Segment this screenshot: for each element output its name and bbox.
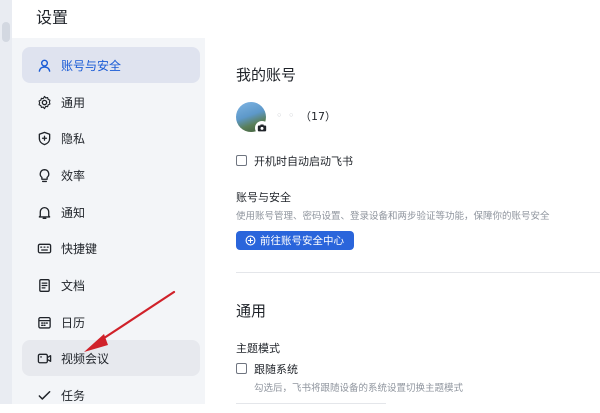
sidebar-item-label: 账号与安全 [61, 58, 122, 73]
sidebar-item-label: 文档 [61, 278, 86, 293]
sidebar-item-tasks[interactable]: 任务 [22, 377, 200, 413]
calendar-icon [36, 314, 52, 330]
follow-system-description: 勾选后，飞书将跟随设备的系统设置切换主题模式 [254, 383, 464, 394]
sidebar-item-label: 通用 [61, 95, 86, 110]
camera-icon[interactable] [255, 121, 269, 135]
dialog-title: 设置 [36, 8, 69, 27]
sidebar-item-calendar[interactable]: 日历 [22, 304, 200, 340]
auto-start-label: 开机时自动启动飞书 [254, 155, 353, 168]
keyboard-icon [36, 240, 52, 256]
settings-sidebar: 账号与安全 通用 隐私 效率 通知 快捷键 文档 日历 视频会议 任务 [12, 38, 205, 404]
sidebar-item-label: 通知 [61, 205, 86, 220]
username-blurred: ◦ ◦ [276, 109, 296, 122]
section-divider [236, 272, 600, 273]
section-heading-general: 通用 [236, 302, 267, 320]
video-icon [36, 350, 52, 366]
auto-start-checkbox[interactable] [236, 155, 247, 166]
sidebar-item-efficiency[interactable]: 效率 [22, 157, 200, 193]
sidebar-item-account-security[interactable]: 账号与安全 [22, 47, 200, 83]
background-window-tab [2, 22, 10, 42]
sidebar-item-label: 日历 [61, 315, 86, 330]
sidebar-item-general[interactable]: 通用 [22, 84, 200, 120]
gear-icon [36, 94, 52, 110]
section-heading-my-account: 我的账号 [236, 66, 297, 84]
user-icon [36, 57, 52, 73]
follow-system-checkbox[interactable] [236, 363, 247, 374]
security-description: 使用账号管理、密码设置、登录设备和两步验证等功能，保障你的账号安全 [236, 211, 550, 222]
follow-system-label: 跟随系统 [254, 363, 298, 376]
sidebar-item-docs[interactable]: 文档 [22, 267, 200, 303]
avatar[interactable] [236, 102, 269, 135]
bell-icon [36, 204, 52, 220]
security-subtitle: 账号与安全 [236, 191, 291, 204]
sidebar-item-shortcuts[interactable]: 快捷键 [22, 230, 200, 266]
settings-dialog: 设置 账号与安全 通用 隐私 效率 通知 快捷键 文档 日历 视频会议 任务 我… [12, 0, 600, 404]
security-center-button[interactable]: 前往账号安全中心 [236, 231, 354, 250]
sidebar-item-label: 任务 [61, 388, 86, 403]
document-icon [36, 277, 52, 293]
sidebar-item-label: 视频会议 [61, 351, 110, 366]
settings-content: 我的账号 ◦ ◦ （17） 开机时自动启动飞书 账号与安全 使用账号管理、密码设… [218, 38, 600, 404]
sidebar-item-video-meeting[interactable]: 视频会议 [22, 340, 200, 376]
sidebar-item-label: 快捷键 [61, 241, 98, 256]
shield-plus-icon [245, 235, 256, 246]
theme-mode-title: 主题模式 [236, 342, 280, 355]
account-count: （17） [300, 110, 336, 123]
security-center-button-label: 前往账号安全中心 [260, 235, 344, 247]
sidebar-item-privacy[interactable]: 隐私 [22, 120, 200, 156]
sidebar-item-label: 效率 [61, 168, 86, 183]
sidebar-item-label: 隐私 [61, 131, 86, 146]
shield-icon [36, 130, 52, 146]
task-check-icon [36, 387, 52, 403]
sidebar-item-notifications[interactable]: 通知 [22, 194, 200, 230]
lightbulb-icon [36, 167, 52, 183]
